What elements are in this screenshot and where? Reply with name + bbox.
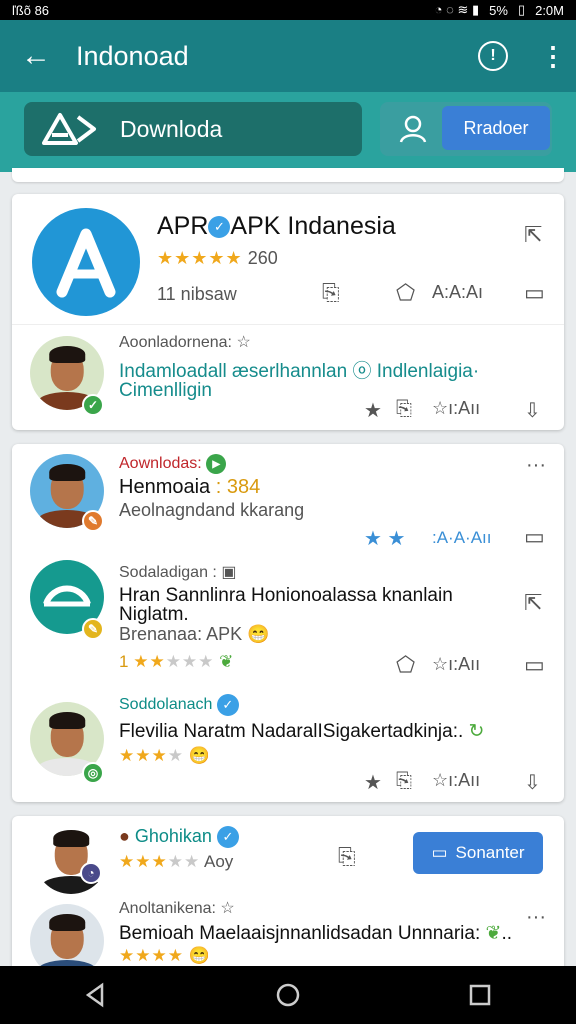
- more-vert-icon[interactable]: ⋮: [540, 43, 566, 69]
- post-footer-text: ☆ı:Aıı: [432, 654, 481, 674]
- verified-icon: ✓: [216, 694, 239, 716]
- leaf-icon: ❦: [219, 652, 234, 671]
- download-count: 11 nibsaw: [157, 284, 237, 304]
- feed-card: ✎ Aownlodas: ▶ Henmoaia : 384 Aeolnagnda…: [12, 444, 564, 802]
- profile-area: Rradoer: [380, 102, 552, 156]
- status-bar: ľßõ 86 ◔ ◌ ≋ ▮ 5% ▯ 2:0M: [0, 0, 576, 20]
- navigation-bar: [0, 966, 576, 1024]
- comment-header: Aoonladornena: ☆: [119, 334, 251, 351]
- action-text: A:A:Aı: [432, 282, 484, 302]
- comment-icon[interactable]: ▭: [524, 652, 545, 678]
- user-icon[interactable]: [398, 114, 428, 144]
- clock: 2:0M: [535, 2, 564, 18]
- verified-badge-icon: ✓: [82, 394, 104, 416]
- app-bar: ← Indonoad ! ⋮: [0, 20, 576, 92]
- post-title: Hran Sannlinra Honionoalassa knanlain Ni…: [119, 585, 453, 625]
- play-icon: ▶: [206, 454, 227, 474]
- share-icon[interactable]: ⇱: [524, 590, 542, 616]
- comment-body: Indamloadall æserlhannlan ⓞ Indlenlaigia…: [119, 361, 480, 382]
- arrow-left-icon[interactable]: ←: [8, 39, 64, 73]
- tag-icon[interactable]: ⬠: [396, 280, 415, 306]
- share-icon[interactable]: ⇱: [524, 222, 542, 248]
- download-icon[interactable]: ⇩: [524, 398, 541, 423]
- comment-footer-text: ☆ı:Aıı: [432, 398, 481, 418]
- emoji-icon: 😁: [188, 946, 210, 965]
- profile-card: ◔ ● Ghohikan ✓ ★★★★★ Aoy ⎘ ▭ Sonanter Ano…: [12, 816, 564, 978]
- badge-icon: ✎: [82, 618, 104, 640]
- post-title: Flevilia Naratm NadaralISigakertadkinja:…: [119, 721, 485, 742]
- star-icon[interactable]: ★: [364, 398, 382, 423]
- app-card[interactable]: APR ✓ APK Indanesia ★★★★★ 260 11 nibsaw ⇱ …: [12, 194, 564, 430]
- badge-icon: ◎: [82, 762, 104, 784]
- bookmark-icon[interactable]: ⎘: [396, 398, 412, 421]
- comment-body-line2: Cimenlligin: [119, 380, 212, 401]
- app-name: APR ✓ APK Indanesia: [157, 212, 396, 240]
- post-category: Sodaladigan : ▣: [119, 564, 237, 581]
- search-strip: Downloda Rradoer: [0, 92, 576, 172]
- logo-icon: [42, 113, 96, 145]
- post-subtitle: Aeolnagndand kkarang: [119, 500, 305, 520]
- comment-icon[interactable]: ▭: [524, 280, 545, 306]
- info-icon[interactable]: !: [478, 41, 508, 71]
- app-rating: ★★★★★ 260: [157, 248, 278, 268]
- avatar-small-icon: ●: [119, 826, 130, 846]
- star-icon[interactable]: ★: [364, 770, 382, 795]
- refresh-icon: ↻: [468, 721, 485, 742]
- badge-icon: ◔: [80, 862, 102, 884]
- bookmark-icon[interactable]: ⎘: [396, 770, 412, 793]
- star-rating: ★ ★: [364, 528, 406, 550]
- profile-rating: ★★★★★ Aoy: [119, 852, 234, 871]
- download-icon[interactable]: ⇩: [524, 770, 541, 795]
- post-category: Aownlodas: ▶: [119, 454, 227, 474]
- signal-icon: ◔ ◌ ≋ ▮: [434, 2, 480, 17]
- back-nav-icon[interactable]: [82, 981, 110, 1009]
- verified-icon: ✓: [216, 826, 239, 849]
- more-horiz-icon[interactable]: ···: [526, 454, 546, 477]
- post-subtitle: Brenanaa: APK 😁: [119, 624, 270, 644]
- chat-icon: ▭: [431, 843, 448, 862]
- post-footer-text: :A·A·Aıı: [432, 528, 492, 547]
- badge-icon: ✎: [82, 510, 104, 532]
- more-horiz-icon[interactable]: ···: [526, 906, 546, 929]
- download-search-box[interactable]: Downloda: [24, 102, 362, 156]
- star-rating: ★★★★★: [157, 248, 243, 268]
- tag-icon[interactable]: ⬠: [396, 652, 415, 678]
- post-rating: 1 ★★★★★ ❦: [119, 652, 234, 671]
- subscribe-button[interactable]: ▭ Sonanter: [413, 832, 543, 874]
- star-outline-icon: ☆: [220, 900, 235, 917]
- comment-header: Anoltanikena: ☆: [119, 900, 235, 917]
- previous-card-edge: [12, 168, 564, 182]
- battery-text: 5%: [489, 2, 508, 18]
- post-rating: ★★★★ 😁: [119, 746, 210, 765]
- comment-icon[interactable]: ▭: [524, 524, 545, 550]
- bookmark-icon[interactable]: ⎘: [322, 280, 340, 306]
- battery-icon: ▯: [517, 2, 526, 17]
- home-nav-icon[interactable]: [274, 981, 302, 1009]
- search-label: Downloda: [120, 115, 223, 142]
- app-bar-title: Indonoad: [76, 40, 189, 71]
- post-footer-text: ☆ı:Aıı: [432, 770, 481, 790]
- reader-button[interactable]: Rradoer: [442, 106, 550, 150]
- emoji-icon: 😁: [188, 746, 210, 765]
- image-icon: ▣: [221, 564, 237, 581]
- bookmark-icon[interactable]: ⎘: [338, 844, 356, 870]
- comment-rating: ★★★★ 😁: [119, 946, 210, 965]
- status-left-text: ľßõ 86: [12, 2, 50, 18]
- leaf-icon: ❦: [485, 923, 502, 944]
- star-outline-icon: ☆: [236, 334, 251, 351]
- avatar[interactable]: [34, 820, 108, 894]
- at-icon: ⓞ: [352, 361, 372, 382]
- profile-name: ● Ghohikan ✓: [119, 826, 239, 849]
- verified-icon: ✓: [208, 216, 231, 239]
- app-logo-icon: [32, 208, 140, 316]
- post-category: Soddolanach ✓: [119, 694, 239, 716]
- comment-body: Bemioah Maelaaisjnnanlidsadan Unnnaria: …: [119, 923, 512, 944]
- divider: [12, 324, 564, 325]
- emoji-icon: 😁: [247, 624, 270, 644]
- post-title: Henmoaia : 384: [119, 476, 261, 498]
- recents-nav-icon[interactable]: [466, 981, 494, 1009]
